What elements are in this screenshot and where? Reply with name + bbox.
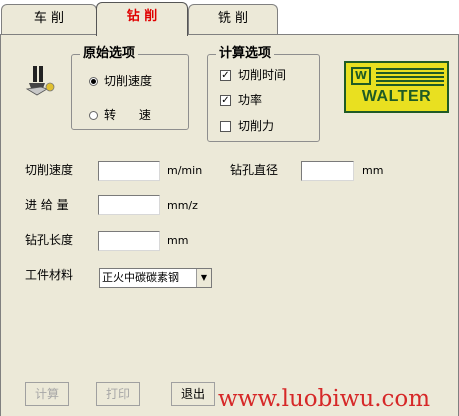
radio-indicator[interactable] xyxy=(89,110,98,120)
cutting-speed-label: 切削速度 xyxy=(25,163,74,177)
tab-milling[interactable]: 铣 削 xyxy=(188,4,278,34)
radio-rotation-speed[interactable]: 转 速 xyxy=(89,108,151,122)
cutting-speed-unit: m/min xyxy=(167,164,203,177)
drill-diameter-label: 钻孔直径 xyxy=(230,163,279,177)
feed-label: 进 给 量 xyxy=(25,198,69,212)
tab-drilling[interactable]: 钻 削 xyxy=(96,2,188,36)
check-power[interactable]: ✓ 功率 xyxy=(220,93,262,107)
watermark-text: www.luobiwu.com xyxy=(218,386,431,412)
tab-turning[interactable]: 车 削 xyxy=(1,4,97,34)
calc-options-title: 计算选项 xyxy=(216,46,275,62)
checkbox-label: 功率 xyxy=(238,93,263,107)
original-options-group: 原始选项 切削速度 转 速 xyxy=(71,46,189,130)
drill-length-input[interactable] xyxy=(98,231,160,251)
walter-mark: W xyxy=(351,67,371,85)
cutting-speed-input[interactable] xyxy=(98,161,160,181)
radio-label: 转 速 xyxy=(104,108,151,122)
feed-input[interactable] xyxy=(98,195,160,215)
walter-logo: W WALTER xyxy=(344,61,449,113)
radio-indicator[interactable] xyxy=(89,76,98,86)
material-label: 工件材料 xyxy=(25,268,74,282)
checkbox[interactable]: ✓ xyxy=(220,94,231,106)
check-cutting-force[interactable]: 切削力 xyxy=(220,119,274,133)
checkbox-label: 切削力 xyxy=(238,119,275,133)
checkbox-label: 切削时间 xyxy=(238,68,287,82)
calculate-button[interactable]: 计算 xyxy=(25,382,69,406)
logo-stripes xyxy=(376,68,444,88)
drill-diameter-unit: mm xyxy=(362,164,384,177)
tab-bar: 车 削 钻 削 铣 削 xyxy=(0,0,459,36)
exit-button[interactable]: 退出 xyxy=(171,382,215,406)
drill-length-label: 钻孔长度 xyxy=(25,233,74,247)
walter-text: WALTER xyxy=(361,88,432,105)
material-select[interactable]: 正火中碳碳素钢 ▼ xyxy=(99,268,212,288)
drilling-panel: 原始选项 切削速度 转 速 计算选项 ✓ 切削时间 ✓ 功率 切削力 W WAL… xyxy=(0,35,459,416)
radio-cutting-speed[interactable]: 切削速度 xyxy=(89,74,152,88)
drill-tool-icon xyxy=(25,66,55,96)
original-options-title: 原始选项 xyxy=(80,46,139,62)
checkbox[interactable]: ✓ xyxy=(220,69,231,81)
feed-unit: mm/z xyxy=(167,199,198,212)
calc-options-group: 计算选项 ✓ 切削时间 ✓ 功率 切削力 xyxy=(207,46,320,142)
radio-label: 切削速度 xyxy=(104,74,153,88)
chevron-down-icon[interactable]: ▼ xyxy=(196,269,211,287)
checkbox[interactable] xyxy=(220,120,231,132)
check-cutting-time[interactable]: ✓ 切削时间 xyxy=(220,68,286,82)
drill-length-unit: mm xyxy=(167,234,189,247)
drill-diameter-input[interactable] xyxy=(301,161,354,181)
material-selected: 正火中碳碳素钢 xyxy=(102,271,179,284)
print-button[interactable]: 打印 xyxy=(96,382,140,406)
